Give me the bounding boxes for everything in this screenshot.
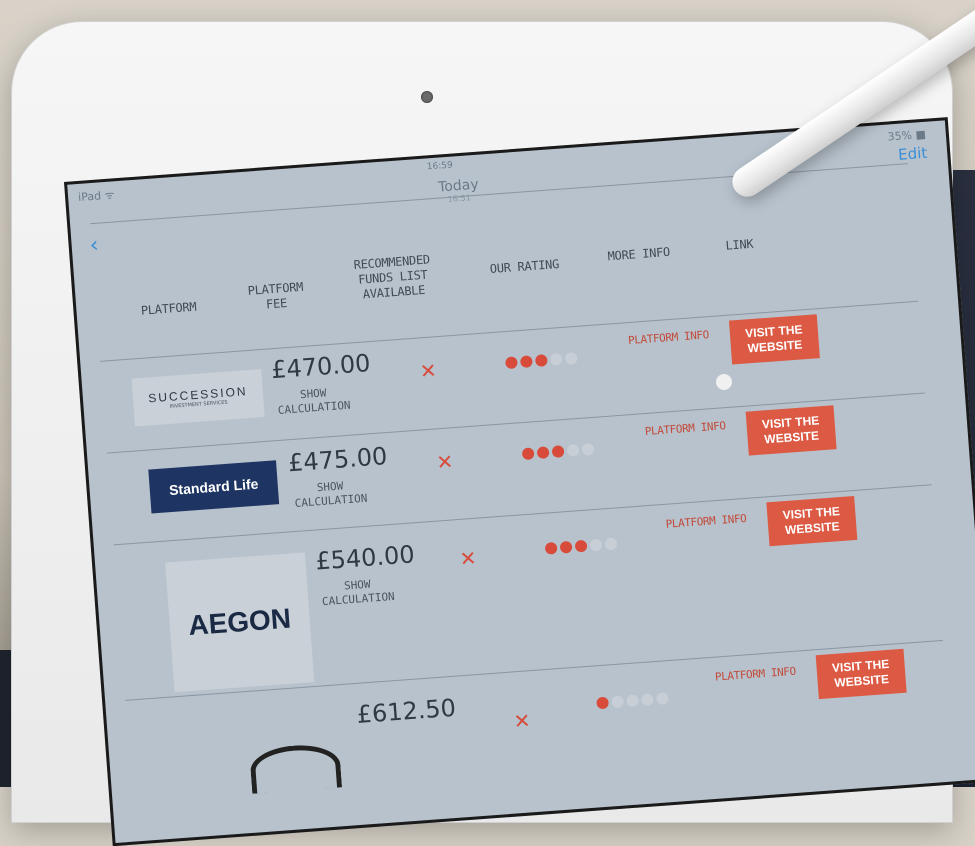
status-device: iPad ᯤ	[77, 188, 116, 204]
platform-fee-value: £540.00	[314, 540, 416, 576]
platform-fee-value: £470.00	[270, 349, 372, 385]
rating-dot-filled	[574, 539, 588, 553]
rating-dot-empty	[564, 351, 578, 365]
rating-dot-filled	[559, 540, 573, 554]
platform-logo-succession: SUCCESSION INVESTMENT SERVICES	[131, 369, 265, 427]
platform-info-link[interactable]: PLATFORM INFO	[665, 512, 747, 531]
rating-dot-filled	[505, 356, 518, 370]
rating-dot-empty	[566, 444, 580, 457]
platform-info-link[interactable]: PLATFORM INFO	[644, 419, 726, 438]
visit-website-button[interactable]: VISIT THE WEBSITE	[815, 648, 907, 700]
rating-dot-filled	[551, 445, 565, 458]
rating-dot-empty	[549, 352, 563, 366]
visit-website-button[interactable]: VISIT THE WEBSITE	[745, 405, 837, 456]
visit-website-button[interactable]: VISIT THE WEBSITE	[728, 314, 820, 365]
rating-dot-empty	[626, 694, 639, 708]
platform-fee-value: £475.00	[287, 442, 389, 478]
battery-icon: 35% ■	[887, 127, 927, 144]
cross-icon: ✕	[418, 358, 438, 384]
rating-dot-empty	[641, 693, 654, 707]
rating-dot-filled	[534, 354, 548, 367]
platform-fee-value: £612.50	[355, 693, 457, 729]
rating-dot-empty	[611, 695, 624, 709]
status-time: 16:59	[426, 160, 454, 173]
camera-icon	[421, 91, 433, 103]
rating-dot-empty	[589, 538, 603, 552]
header-more-info: MORE INFO	[607, 244, 671, 264]
header-recommended-funds: RECOMMENDED FUNDS LIST AVAILABLE	[353, 252, 431, 302]
header-platform: PLATFORM	[140, 299, 197, 318]
platform-logo	[249, 742, 343, 794]
rating-dot-empty	[604, 537, 618, 551]
rating-dots	[521, 442, 595, 461]
platform-logo-standard-life: Standard Life	[148, 460, 280, 514]
chevron-left-icon[interactable]: ‹	[89, 233, 100, 259]
rating-dot-filled	[536, 446, 550, 460]
rating-dot-filled	[519, 355, 533, 369]
rating-dot-empty	[656, 692, 669, 705]
visit-website-button[interactable]: VISIT THE WEBSITE	[766, 495, 858, 547]
rating-dots	[596, 692, 669, 710]
cross-icon: ✕	[435, 449, 455, 475]
show-calculation-link[interactable]: SHOW CALCULATION	[263, 384, 365, 419]
stylus-tip	[716, 374, 732, 390]
show-calculation-link[interactable]: SHOW CALCULATION	[280, 477, 382, 512]
edit-button[interactable]: Edit	[898, 144, 928, 164]
app-screen: iPad ᯤ 16:59 35% ■ Edit Today 16:51 ‹ PL…	[64, 117, 975, 846]
rating-dot-filled	[521, 447, 535, 461]
cross-icon: ✕	[512, 708, 532, 734]
rating-dot-filled	[544, 541, 558, 555]
rating-dot-filled	[596, 696, 610, 710]
cross-icon: ✕	[458, 545, 478, 572]
platform-logo-aegon: AEGON	[165, 552, 315, 693]
platform-info-link[interactable]: PLATFORM INFO	[715, 665, 797, 684]
header-platform-fee: PLATFORM FEE	[247, 279, 304, 312]
rating-dot-empty	[581, 442, 595, 456]
header-our-rating: OUR RATING	[489, 256, 560, 277]
platform-info-link[interactable]: PLATFORM INFO	[628, 328, 710, 347]
header-link: LINK	[725, 236, 754, 253]
rating-dots	[544, 537, 618, 555]
rating-dots	[505, 351, 578, 370]
show-calculation-link[interactable]: SHOW CALCULATION	[307, 575, 409, 610]
